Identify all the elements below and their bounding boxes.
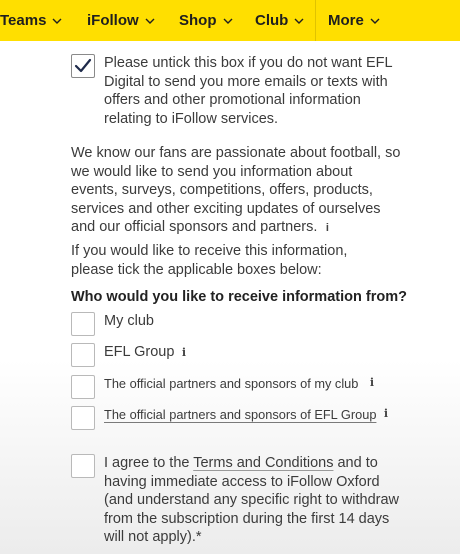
option-my-club-checkbox[interactable] <box>71 312 95 336</box>
nav-ifollow-label: iFollow <box>87 12 139 29</box>
info-icon[interactable]: i <box>317 219 337 238</box>
option-my-club-label: My club <box>104 313 154 329</box>
nav-more[interactable]: More <box>328 0 380 41</box>
terms-and-conditions-link[interactable]: Terms and Conditions <box>193 455 333 471</box>
chevron-down-icon <box>223 16 233 26</box>
terms-prefix: I agree to the <box>104 455 194 471</box>
chevron-down-icon <box>145 16 155 26</box>
checkmark-icon <box>74 58 92 73</box>
terms-text: I agree to the Terms and Conditions and … <box>104 454 400 547</box>
option-club-partners-label: The official partners and sponsors of my… <box>104 376 359 391</box>
chevron-down-icon <box>370 16 380 26</box>
nav-ifollow[interactable]: iFollow <box>87 0 155 41</box>
info-icon[interactable]: i <box>178 346 190 359</box>
nav-divider <box>315 0 316 41</box>
option-efl-partners-checkbox[interactable] <box>71 406 95 430</box>
terms-checkbox[interactable] <box>71 454 95 478</box>
option-efl-group-label: EFL Group <box>104 344 175 360</box>
nav-shop-label: Shop <box>179 12 217 29</box>
intro-paragraph-text: We know our fans are passionate about fo… <box>71 145 401 236</box>
option-efl-group-checkbox[interactable] <box>71 343 95 367</box>
option-efl-partners-label[interactable]: The official partners and sponsors of EF… <box>104 407 376 422</box>
nav-teams[interactable]: Teams <box>0 0 62 41</box>
option-club-partners-checkbox[interactable] <box>71 375 95 399</box>
preferences-heading: Who would you like to receive informatio… <box>71 289 407 305</box>
marketing-optout-text: Please untick this box if you do not wan… <box>104 55 393 127</box>
chevron-down-icon <box>52 16 62 26</box>
top-navigation: Teams iFollow Shop Club More <box>0 0 460 41</box>
nav-club[interactable]: Club <box>255 0 304 41</box>
marketing-optout-checkbox[interactable] <box>71 54 95 78</box>
info-icon[interactable]: i <box>380 407 392 420</box>
nav-more-label: More <box>328 12 364 29</box>
nav-teams-label: Teams <box>0 12 47 29</box>
nav-club-label: Club <box>255 12 289 29</box>
chevron-down-icon <box>294 16 304 26</box>
info-icon[interactable]: i <box>366 376 378 389</box>
intro-paragraph: We know our fans are passionate about fo… <box>71 144 401 238</box>
nav-shop[interactable]: Shop <box>179 0 233 41</box>
intro-instruction: If you would like to receive this inform… <box>71 243 348 278</box>
